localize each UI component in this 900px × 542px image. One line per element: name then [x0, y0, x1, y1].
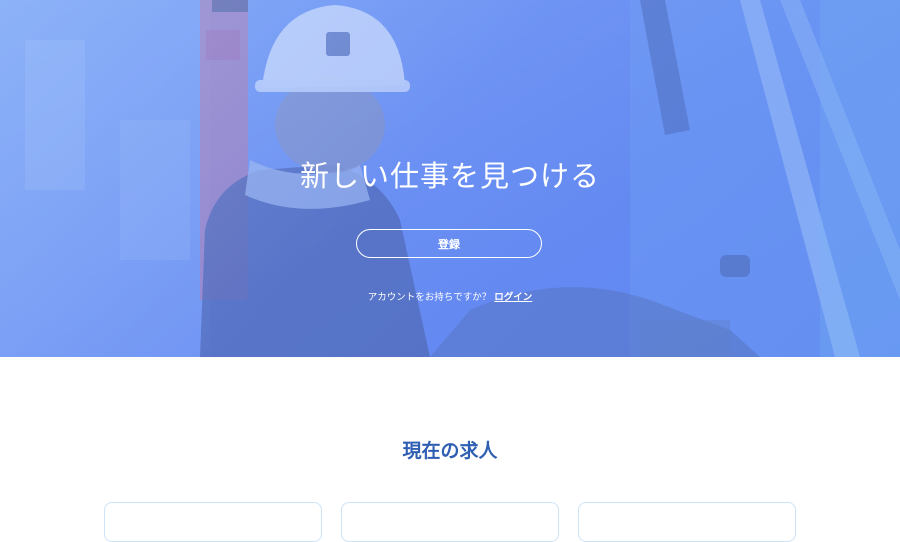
- hero-content: 新しい仕事を見つける 登録 アカウントをお持ちですか？ ログイン: [0, 0, 900, 357]
- account-prompt-line: アカウントをお持ちですか？ ログイン: [0, 289, 900, 303]
- hero-section: 新しい仕事を見つける 登録 アカウントをお持ちですか？ ログイン: [0, 0, 900, 357]
- job-card[interactable]: [578, 502, 796, 542]
- account-prompt-text: アカウントをお持ちですか？: [367, 292, 492, 303]
- hero-title: 新しい仕事を見つける: [299, 159, 600, 193]
- register-button[interactable]: 登録: [356, 229, 542, 258]
- job-card[interactable]: [104, 502, 322, 542]
- job-card[interactable]: [341, 502, 559, 542]
- login-link[interactable]: ログイン: [494, 292, 532, 303]
- current-jobs-title: 現在の求人: [402, 440, 498, 462]
